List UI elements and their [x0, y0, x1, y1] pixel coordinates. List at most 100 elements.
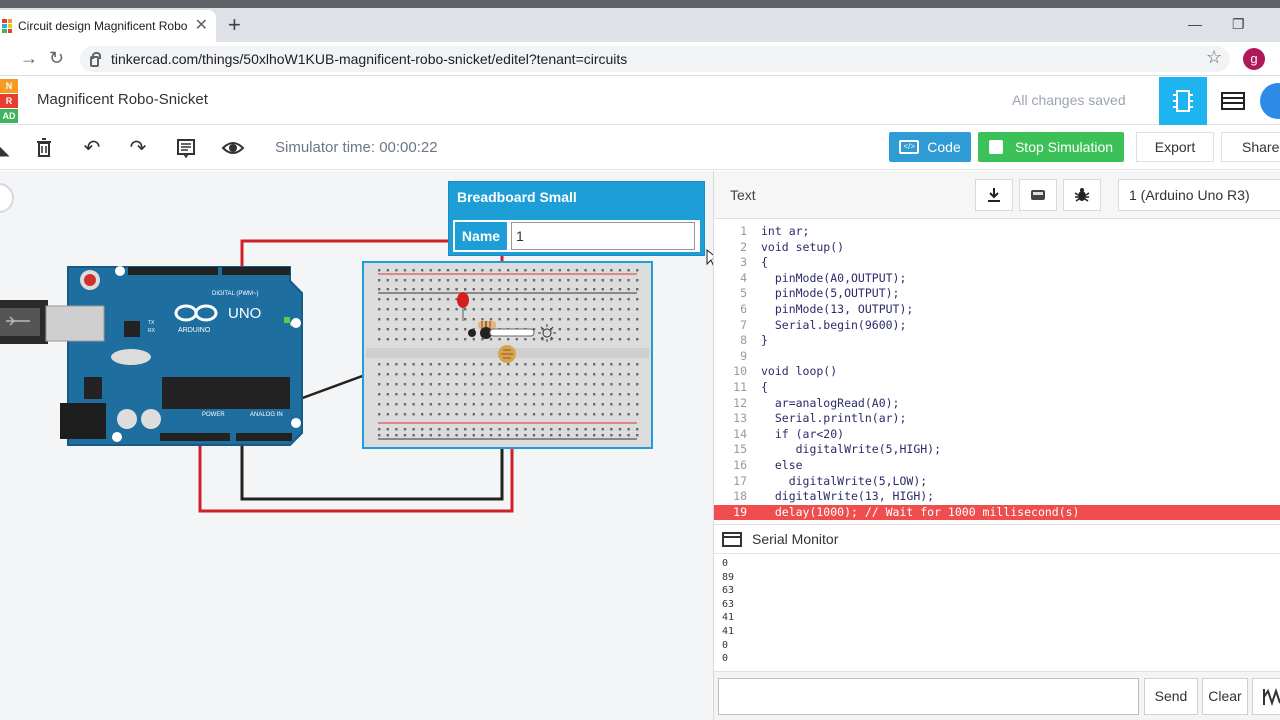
browser-tab[interactable]: Circuit design Magnificent Robo- ✕	[0, 10, 216, 42]
url-field[interactable]: tinkercad.com/things/50xlhoW1KUB-magnifi…	[80, 46, 1230, 72]
minimize-icon[interactable]: —	[1188, 16, 1202, 32]
code-line[interactable]: 16 else	[714, 458, 1280, 474]
chip-icon	[1173, 90, 1193, 112]
save-status: All changes saved	[1012, 92, 1126, 108]
line-number: 13	[733, 411, 747, 426]
reload-icon[interactable]: ↻	[49, 48, 64, 69]
code-line[interactable]: 6 pinMode(13, OUTPUT);	[714, 302, 1280, 318]
arduino-uno-board[interactable]: ARDUINO UNO DIGITAL (PWM~) POWER ANALOG …	[45, 266, 303, 446]
svg-text:RX: RX	[148, 328, 156, 334]
share-button[interactable]: Share	[1221, 132, 1280, 162]
code-line[interactable]: 8}	[714, 333, 1280, 349]
undo-icon[interactable]: ↶	[80, 136, 104, 160]
svg-text:POWER: POWER	[202, 412, 225, 418]
inspector-title: Breadboard Small	[457, 189, 577, 205]
code-text: digitalWrite(5,LOW);	[761, 473, 928, 488]
code-line[interactable]: 3{	[714, 255, 1280, 271]
device-select[interactable]: 1 (Arduino Uno R3) ▼	[1118, 179, 1280, 211]
serial-monitor-icon	[722, 532, 742, 547]
code-line-error[interactable]: 19 delay(1000); // Wait for 1000 millise…	[714, 504, 1280, 521]
restore-icon[interactable]: ❐	[1232, 16, 1245, 33]
code-text: Serial.println(ar);	[761, 411, 907, 426]
line-number: 11	[733, 380, 747, 394]
serial-monitor-header[interactable]: Serial Monitor	[714, 524, 1280, 552]
code-line[interactable]: 2 void setup()	[714, 240, 1280, 256]
code-mode-label[interactable]: Text	[730, 187, 756, 203]
export-button[interactable]: Export	[1136, 132, 1214, 162]
serial-output-line: 41	[722, 612, 735, 624]
code-text: pinMode(13, OUTPUT);	[761, 302, 914, 316]
forward-icon[interactable]: →	[20, 48, 38, 69]
name-field[interactable]: 1	[511, 222, 695, 250]
visibility-icon[interactable]	[221, 136, 245, 160]
code-line[interactable]: 13 Serial.println(ar);	[714, 411, 1280, 427]
simulator-time: Simulator time: 00:00:22	[275, 139, 438, 156]
svg-text:ON: ON	[290, 322, 299, 328]
line-number: 17	[733, 473, 747, 488]
code-line[interactable]: 11 {	[714, 380, 1280, 396]
bookmark-star-icon[interactable]: ☆	[1206, 47, 1222, 68]
line-number: 19	[733, 504, 747, 519]
code-line[interactable]: 9	[714, 349, 1280, 365]
workplane-canvas[interactable]: ARDUINO UNO DIGITAL (PWM~) POWER ANALOG …	[0, 171, 713, 720]
code-button[interactable]: </> Code	[889, 132, 971, 162]
code-text: ar=analogRead(A0);	[761, 395, 900, 410]
tinkercad-logo[interactable]: N R AD	[0, 79, 18, 123]
line-number: 3	[740, 255, 747, 270]
list-icon	[1221, 92, 1245, 110]
code-text: void loop()	[761, 364, 838, 379]
code-line[interactable]: 4 pinMode(A0,OUTPUT);	[714, 271, 1280, 287]
clear-button[interactable]: Clear	[1202, 678, 1248, 715]
tab-title: Circuit design Magnificent Robo-	[18, 19, 188, 33]
code-line[interactable]: 5 pinMode(5,OUTPUT);	[714, 286, 1280, 302]
code-text: if (ar<20)	[761, 426, 845, 441]
code-line[interactable]: 18 digitalWrite(13, HIGH);	[714, 489, 1280, 505]
library-icon[interactable]	[1019, 179, 1057, 211]
line-number: 9	[740, 348, 747, 363]
tinkercad-favicon-icon	[2, 19, 12, 33]
line-number: 14	[733, 426, 747, 441]
send-button[interactable]: Send	[1144, 678, 1198, 715]
circuit-view-button[interactable]	[1159, 77, 1207, 125]
code-line[interactable]: 1 int ar;	[714, 224, 1280, 240]
code-text: pinMode(A0,OUTPUT);	[761, 270, 907, 285]
line-number: 2	[740, 239, 747, 254]
line-number: 1	[740, 224, 747, 238]
serial-output-line: 0	[722, 653, 729, 665]
delete-icon[interactable]	[32, 136, 56, 160]
name-label: Name	[455, 222, 507, 250]
svg-text:TX: TX	[148, 320, 155, 326]
line-number: 15	[733, 442, 747, 457]
close-tab-icon[interactable]: ✕	[195, 18, 208, 34]
code-line[interactable]: 17 digitalWrite(5,LOW);	[714, 474, 1280, 490]
serial-output-line: 0	[722, 639, 729, 651]
debug-icon[interactable]	[1063, 179, 1101, 211]
code-editor[interactable]: 1 int ar; 2 void setup() 3{4 pinMode(A0,OUTP…	[714, 220, 1280, 524]
user-avatar[interactable]	[1260, 83, 1280, 119]
tab-bar: Circuit design Magnificent Robo- ✕ + — ❐	[0, 8, 1280, 42]
redo-icon[interactable]: ↷	[126, 136, 150, 160]
code-line[interactable]: 7 Serial.begin(9600);	[714, 318, 1280, 334]
project-title[interactable]: Magnificent Robo-Snicket	[37, 91, 208, 108]
component-list-button[interactable]	[1209, 77, 1257, 125]
rotate-icon[interactable]: ◣	[0, 136, 14, 160]
code-line[interactable]: 12 ar=analogRead(A0);	[714, 396, 1280, 412]
profile-avatar[interactable]: g	[1243, 48, 1265, 70]
serial-input[interactable]	[718, 678, 1139, 715]
code-line[interactable]: 14 if (ar<20)	[714, 427, 1280, 443]
code-text: delay(1000); // Wait for 1000 millisecon…	[761, 504, 1080, 519]
url-text: tinkercad.com/things/50xlhoW1KUB-magnifi…	[111, 51, 628, 67]
code-line[interactable]: 10 void loop()	[714, 364, 1280, 380]
stop-simulation-button[interactable]: Stop Simulation	[978, 132, 1124, 162]
code-panel: Text 1 (Arduino Uno R3) ▼ 1 int ar; 2 void …	[713, 171, 1280, 720]
title-strip	[0, 0, 1280, 8]
serial-input-bar: Send Clear	[714, 671, 1280, 720]
graph-icon[interactable]	[1252, 678, 1280, 715]
new-tab-button[interactable]: +	[228, 14, 241, 36]
notes-icon[interactable]	[174, 136, 198, 160]
code-line[interactable]: 15 digitalWrite(5,HIGH);	[714, 442, 1280, 458]
download-icon[interactable]	[975, 179, 1013, 211]
line-number: 10	[733, 364, 747, 379]
serial-monitor-title: Serial Monitor	[752, 531, 839, 547]
app-header: N R AD Magnificent Robo-Snicket All chan…	[0, 77, 1280, 125]
